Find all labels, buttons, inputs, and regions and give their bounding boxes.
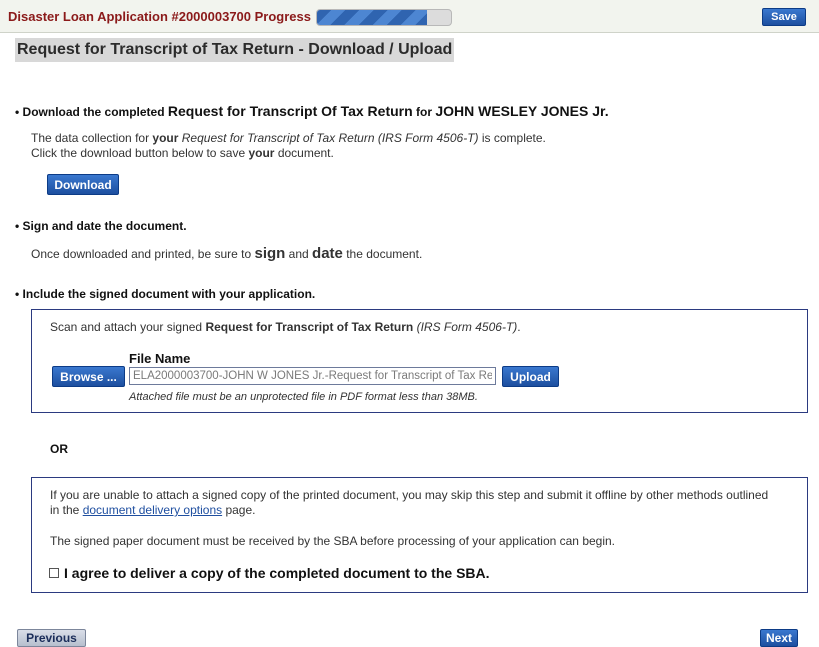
download-bullet-doc: Request for Transcript Of Tax Return [167, 103, 413, 119]
text-segment: your [248, 146, 275, 160]
include-bullet-text: Include the signed document with your ap… [22, 287, 316, 301]
application-title: Disaster Loan Application #2000003700 Pr… [8, 9, 311, 24]
text-segment: and [285, 247, 313, 261]
file-hint: Attached file must be an unprotected fil… [129, 391, 478, 403]
or-label: OR [50, 442, 68, 456]
file-name-input[interactable] [129, 367, 496, 385]
download-button[interactable]: Download [47, 174, 119, 195]
text-segment: Once downloaded and printed, be sure to [31, 247, 255, 261]
agree-checkbox[interactable] [49, 568, 59, 578]
text-segment: your [152, 131, 179, 145]
download-line-1: The data collection for your Request for… [31, 131, 546, 146]
text-segment: Scan and attach your signed [50, 320, 206, 334]
browse-button[interactable]: Browse ... [52, 366, 125, 387]
next-button[interactable]: Next [760, 629, 798, 647]
text-segment: Click the download button below to save [31, 146, 249, 160]
download-bullet-for: for [412, 105, 436, 119]
agree-label[interactable]: I agree to deliver a copy of the complet… [64, 565, 490, 581]
text-segment: . [517, 320, 521, 334]
page-title: Request for Transcript of Tax Return - D… [15, 38, 455, 62]
progress-bar [316, 9, 452, 26]
previous-button[interactable]: Previous [17, 629, 86, 647]
save-button[interactable]: Save [762, 8, 806, 26]
download-bullet-prefix: Download the completed [22, 105, 168, 119]
text-segment: is complete. [478, 131, 546, 145]
scan-instructions: Scan and attach your signed Request for … [50, 320, 521, 335]
offline-paragraph-1: If you are unable to attach a signed cop… [50, 488, 802, 518]
top-bar: Disaster Loan Application #2000003700 Pr… [0, 0, 819, 33]
download-line-2: Click the download button below to save … [31, 146, 334, 161]
text-segment: page. [222, 503, 256, 517]
sign-bullet-text: Sign and date the document. [22, 219, 187, 233]
offline-paragraph-2: The signed paper document must be receiv… [50, 534, 616, 548]
applicant-name: JOHN WESLEY JONES Jr. [435, 103, 609, 119]
date-emphasis: date [312, 245, 343, 262]
include-bullet: • Include the signed document with your … [15, 287, 316, 301]
text-segment: (IRS Form 4506-T) [413, 320, 518, 334]
sign-instructions: Once downloaded and printed, be sure to … [31, 246, 422, 262]
download-bullet: • Download the completed Request for Tra… [15, 103, 609, 119]
text-segment: Request for Transcript of Tax Return (IR… [178, 131, 479, 145]
sign-emphasis: sign [254, 245, 286, 262]
text-segment: document. [274, 146, 334, 160]
text-segment: the document. [342, 247, 423, 261]
upload-button[interactable]: Upload [502, 366, 559, 387]
file-name-label: File Name [129, 351, 191, 366]
text-segment: If you are unable to attach a signed cop… [50, 488, 769, 502]
agree-row[interactable]: I agree to deliver a copy of the complet… [49, 565, 490, 581]
text-segment: Request for Transcript of Tax Return [205, 320, 414, 334]
progress-fill [317, 10, 427, 25]
text-segment: in the [50, 503, 83, 517]
document-delivery-options-link[interactable]: document delivery options [83, 503, 222, 517]
text-segment: The data collection for [31, 131, 153, 145]
sign-bullet: • Sign and date the document. [15, 219, 187, 233]
